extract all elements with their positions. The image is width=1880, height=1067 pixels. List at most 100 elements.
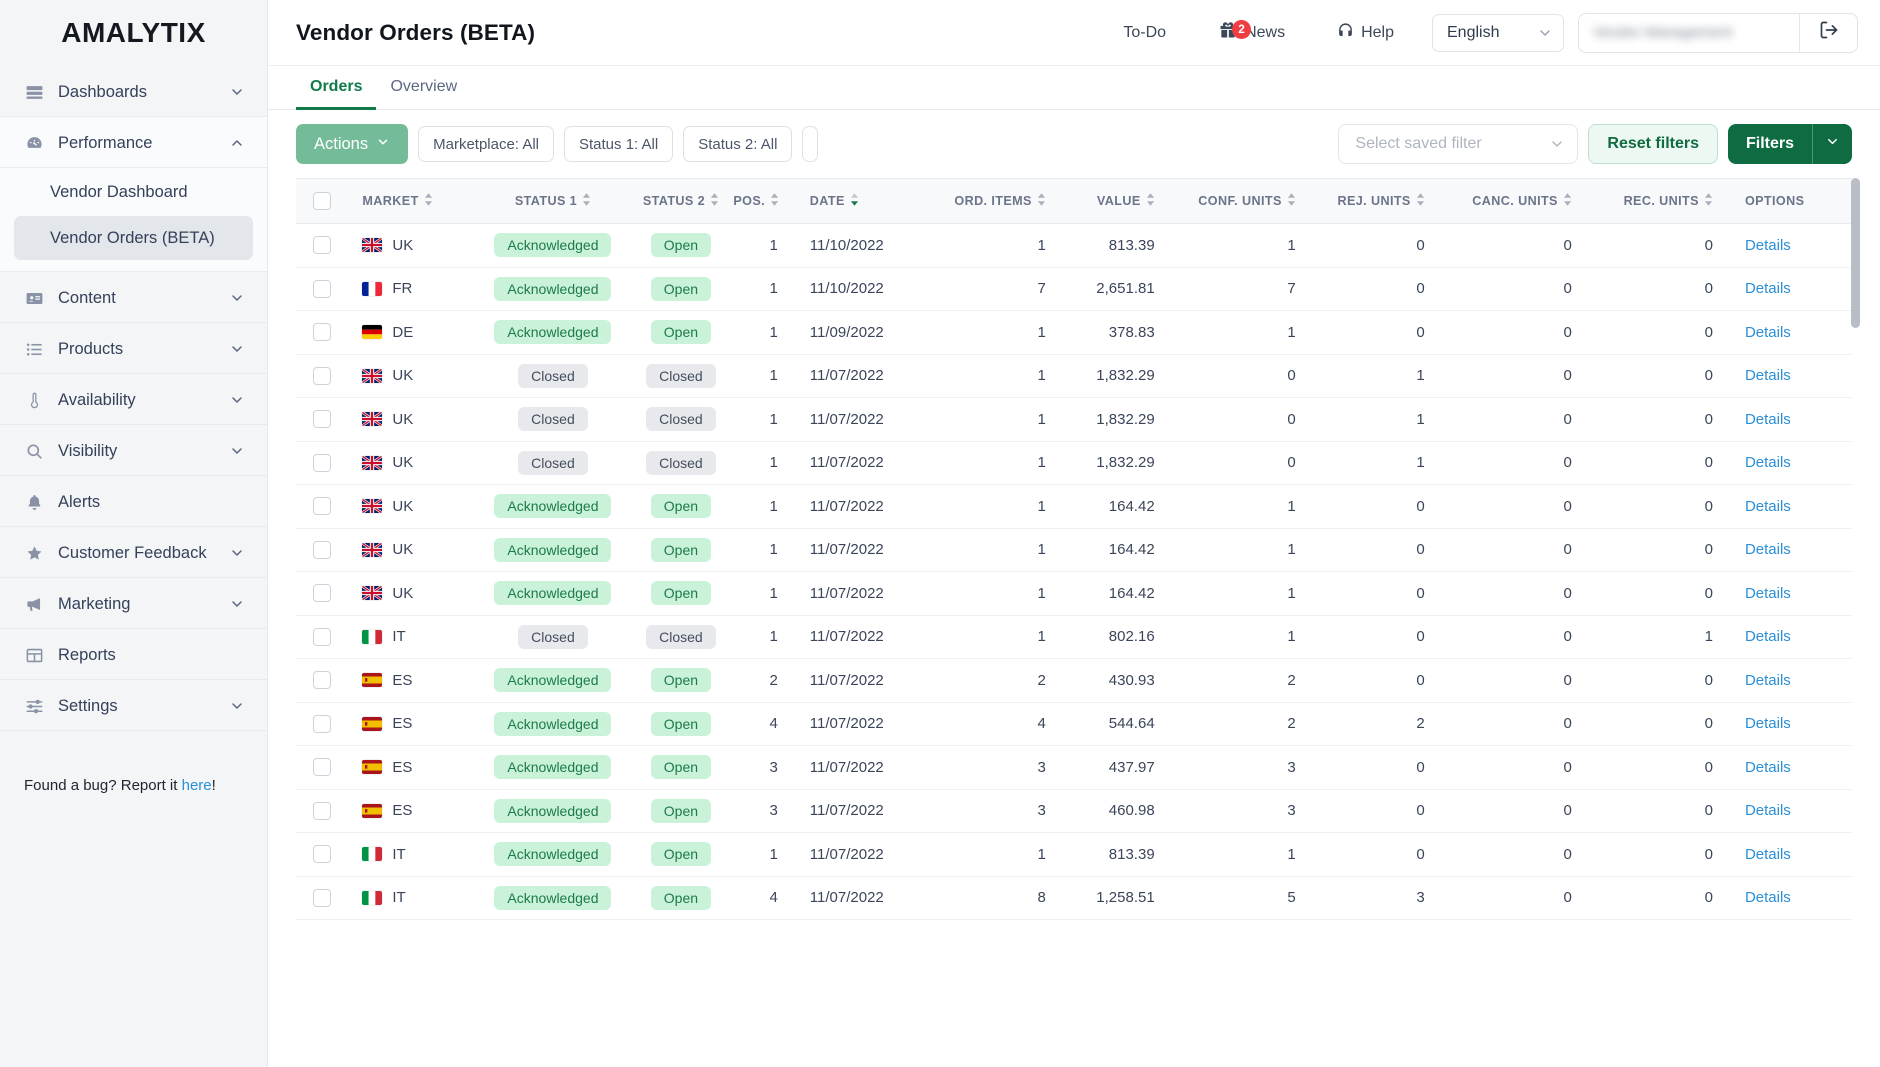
megaphone-icon (24, 594, 44, 614)
row-checkbox[interactable] (313, 628, 331, 646)
column-header-pos[interactable]: POS. (733, 179, 795, 224)
row-checkbox[interactable] (313, 889, 331, 907)
details-link[interactable]: Details (1745, 498, 1791, 515)
todo-link[interactable]: To-Do (1097, 24, 1192, 42)
column-header-conf[interactable]: CONF. UNITS (1173, 179, 1314, 224)
sidebar-item-reports[interactable]: Reports (0, 629, 267, 680)
language-select[interactable]: English (1432, 14, 1564, 52)
row-checkbox[interactable] (313, 454, 331, 472)
row-checkbox[interactable] (313, 715, 331, 733)
row-checkbox[interactable] (313, 367, 331, 385)
table-row[interactable]: UKAcknowledgedOpen111/07/20221164.421000… (296, 528, 1852, 572)
saved-filter-select[interactable]: Select saved filter (1338, 124, 1578, 164)
details-link[interactable]: Details (1745, 324, 1791, 341)
sidebar-item-availability[interactable]: Availability (0, 374, 267, 425)
table-row[interactable]: ESAcknowledgedOpen311/07/20223460.983000… (296, 789, 1852, 833)
row-checkbox[interactable] (313, 236, 331, 254)
column-header-ord[interactable]: ORD. ITEMS (925, 179, 1064, 224)
vertical-scrollbar[interactable] (1851, 178, 1860, 1067)
details-link[interactable]: Details (1745, 802, 1791, 819)
filter-pill-status-1-all[interactable]: Status 1: All (564, 126, 673, 162)
row-checkbox[interactable] (313, 410, 331, 428)
tab-overview[interactable]: Overview (376, 66, 471, 110)
details-link[interactable]: Details (1745, 411, 1791, 428)
table-row[interactable]: UKClosedClosed111/07/202211,832.290100De… (296, 354, 1852, 398)
sidebar-subitem-vendor-orders-beta[interactable]: Vendor Orders (BETA) (14, 216, 253, 260)
filter-pill-partial[interactable] (802, 126, 818, 162)
actions-button[interactable]: Actions (296, 124, 408, 164)
status-badge: Acknowledged (494, 886, 611, 910)
cell-options: Details (1731, 485, 1852, 529)
details-link[interactable]: Details (1745, 280, 1791, 297)
filters-button[interactable]: Filters (1728, 124, 1852, 164)
sidebar-item-visibility[interactable]: Visibility (0, 425, 267, 476)
details-link[interactable]: Details (1745, 628, 1791, 645)
details-link[interactable]: Details (1745, 715, 1791, 732)
cell-market: UK (348, 224, 477, 268)
table-row[interactable]: ESAcknowledgedOpen411/07/20224544.642200… (296, 702, 1852, 746)
details-link[interactable]: Details (1745, 672, 1791, 689)
sidebar-subitem-vendor-dashboard[interactable]: Vendor Dashboard (0, 168, 267, 216)
row-checkbox[interactable] (313, 845, 331, 863)
sidebar-item-customer-feedback[interactable]: Customer Feedback (0, 527, 267, 578)
table-row[interactable]: UKAcknowledgedOpen111/07/20221164.421000… (296, 572, 1852, 616)
row-checkbox[interactable] (313, 280, 331, 298)
column-header-st2[interactable]: STATUS 2 (629, 179, 734, 224)
column-header-market[interactable]: MARKET (348, 179, 477, 224)
scrollbar-thumb[interactable] (1851, 178, 1860, 328)
row-checkbox[interactable] (313, 497, 331, 515)
details-link[interactable]: Details (1745, 237, 1791, 254)
row-checkbox[interactable] (313, 802, 331, 820)
filter-pill-marketplace-all[interactable]: Marketplace: All (418, 126, 554, 162)
reset-filters-button[interactable]: Reset filters (1588, 124, 1718, 164)
tab-orders[interactable]: Orders (296, 66, 376, 110)
details-link[interactable]: Details (1745, 585, 1791, 602)
logout-button[interactable] (1799, 14, 1857, 52)
sidebar-item-products[interactable]: Products (0, 323, 267, 374)
table-row[interactable]: DEAcknowledgedOpen111/09/20221378.831000… (296, 311, 1852, 355)
table-row[interactable]: UKClosedClosed111/07/202211,832.290100De… (296, 441, 1852, 485)
row-checkbox[interactable] (313, 671, 331, 689)
sidebar-item-content[interactable]: Content (0, 272, 267, 323)
sidebar-item-performance[interactable]: Performance (0, 117, 267, 168)
details-link[interactable]: Details (1745, 367, 1791, 384)
row-checkbox[interactable] (313, 323, 331, 341)
details-link[interactable]: Details (1745, 454, 1791, 471)
table-row[interactable]: ITAcknowledgedOpen411/07/202281,258.5153… (296, 876, 1852, 920)
news-link[interactable]: 2 News (1192, 20, 1311, 45)
column-header-date[interactable]: DATE (796, 179, 925, 224)
column-header-rec[interactable]: REC. UNITS (1590, 179, 1731, 224)
select-all-checkbox[interactable] (313, 192, 331, 210)
row-checkbox[interactable] (313, 541, 331, 559)
table-row[interactable]: ITClosedClosed111/07/20221802.161001Deta… (296, 615, 1852, 659)
details-link[interactable]: Details (1745, 541, 1791, 558)
bug-report-link[interactable]: here (182, 777, 212, 794)
table-row[interactable]: ITAcknowledgedOpen111/07/20221813.391000… (296, 833, 1852, 877)
sidebar-item-label: Performance (58, 134, 215, 153)
row-checkbox[interactable] (313, 584, 331, 602)
table-row[interactable]: UKAcknowledgedOpen111/07/20221164.421000… (296, 485, 1852, 529)
user-name: Vendor Management (1579, 24, 1799, 41)
row-checkbox[interactable] (313, 758, 331, 776)
table-row[interactable]: ESAcknowledgedOpen311/07/20223437.973000… (296, 746, 1852, 790)
column-header-value[interactable]: VALUE (1064, 179, 1173, 224)
table-row[interactable]: UKAcknowledgedOpen111/10/20221813.391000… (296, 224, 1852, 268)
sidebar-item-dashboards[interactable]: Dashboards (0, 66, 267, 117)
column-header-rej[interactable]: REJ. UNITS (1314, 179, 1443, 224)
table-row[interactable]: ESAcknowledgedOpen211/07/20222430.932000… (296, 659, 1852, 703)
sidebar-item-alerts[interactable]: Alerts (0, 476, 267, 527)
row-select-cell (296, 441, 348, 485)
filter-pill-status-2-all[interactable]: Status 2: All (683, 126, 792, 162)
table-row[interactable]: FRAcknowledgedOpen111/10/202272,651.8170… (296, 267, 1852, 311)
table-row[interactable]: UKClosedClosed111/07/202211,832.290100De… (296, 398, 1852, 442)
column-header-canc[interactable]: CANC. UNITS (1443, 179, 1590, 224)
chevron-down-icon (376, 135, 390, 154)
sidebar-item-marketing[interactable]: Marketing (0, 578, 267, 629)
column-header-st1[interactable]: STATUS 1 (477, 179, 628, 224)
sidebar-item-settings[interactable]: Settings (0, 680, 267, 731)
details-link[interactable]: Details (1745, 846, 1791, 863)
details-link[interactable]: Details (1745, 889, 1791, 906)
filters-dropdown-toggle[interactable] (1812, 124, 1852, 164)
help-link[interactable]: Help (1311, 22, 1420, 44)
details-link[interactable]: Details (1745, 759, 1791, 776)
